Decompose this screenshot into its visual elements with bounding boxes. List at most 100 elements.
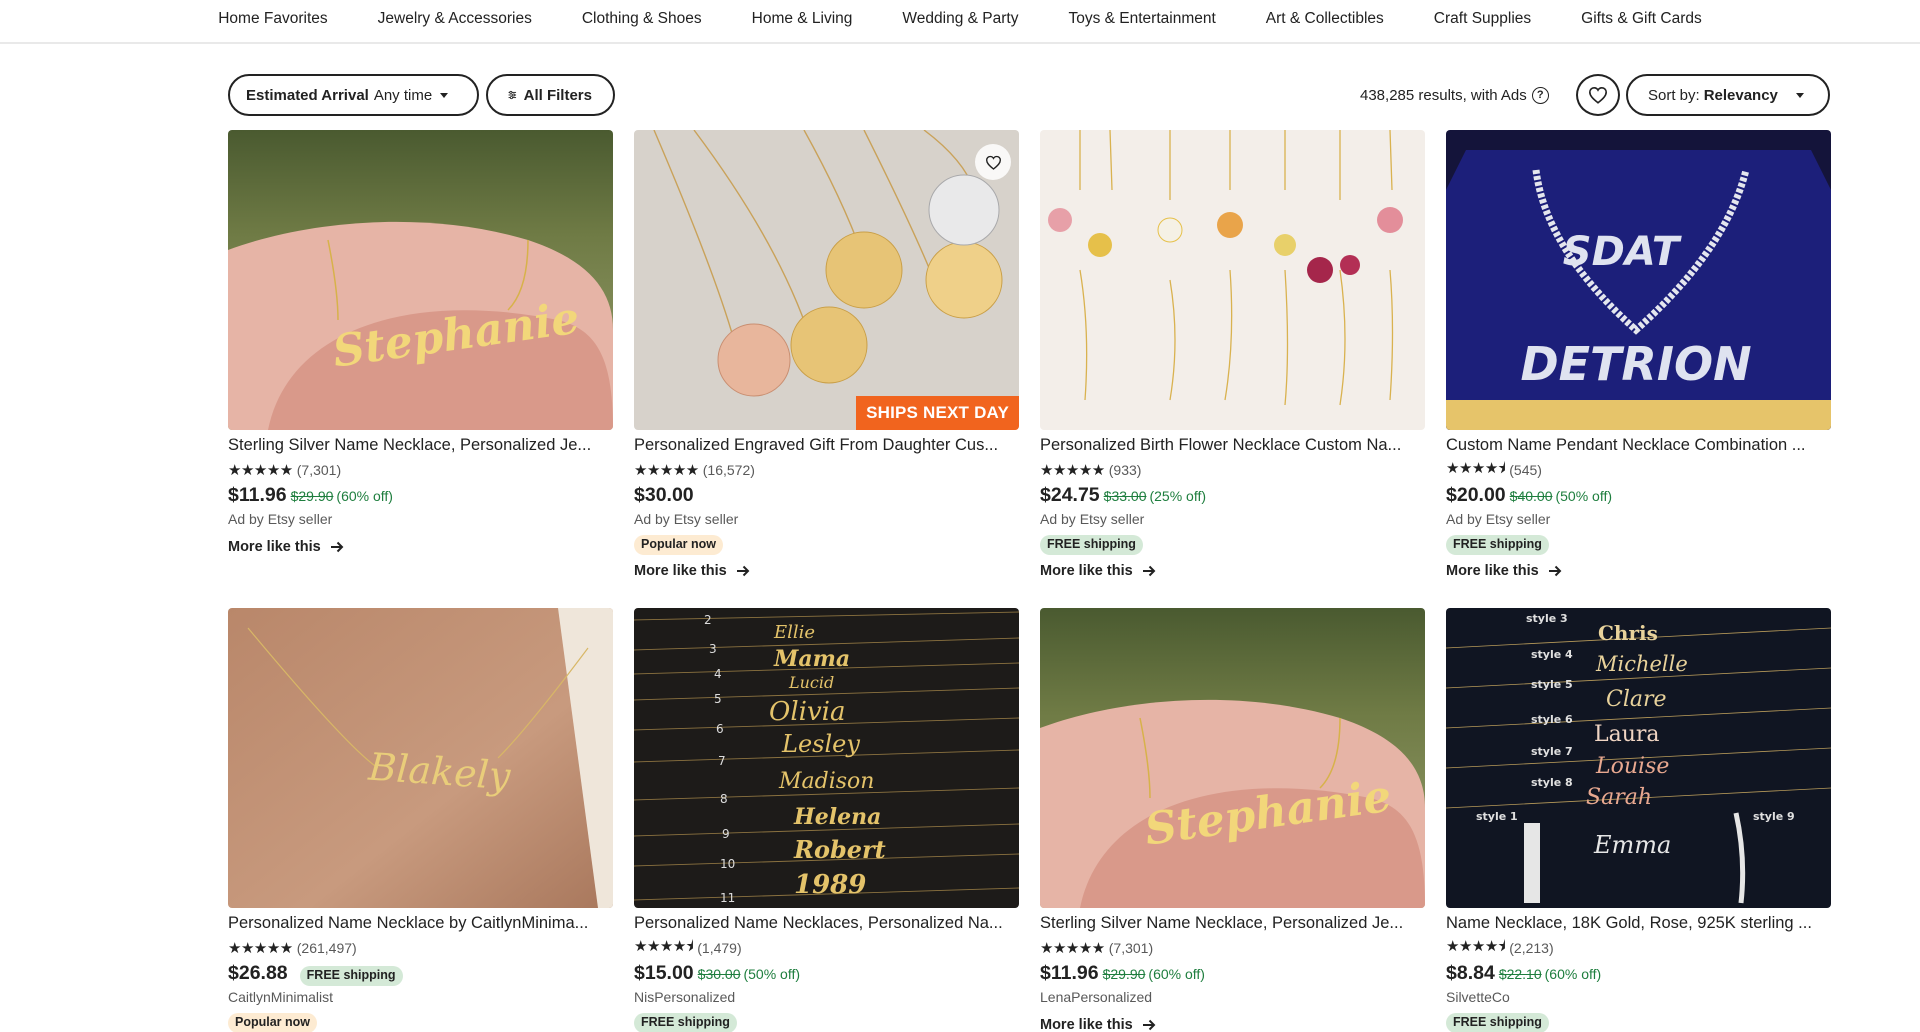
nav-item-home-favorites[interactable]: Home Favorites: [193, 10, 352, 28]
nav-item-toys[interactable]: Toys & Entertainment: [1043, 10, 1240, 28]
listing-title[interactable]: Sterling Silver Name Necklace, Personali…: [1040, 914, 1425, 936]
svg-text:style 9: style 9: [1753, 810, 1795, 823]
svg-text:10: 10: [720, 857, 735, 871]
nav-item-craft[interactable]: Craft Supplies: [1409, 10, 1556, 28]
sort-dropdown[interactable]: Sort by: Relevancy: [1626, 74, 1830, 116]
save-search-button[interactable]: [1576, 74, 1620, 116]
rating: ★★★★⯨ (2,213): [1446, 938, 1831, 957]
listing-image[interactable]: [1040, 130, 1425, 430]
listing-card[interactable]: Personalized Birth Flower Necklace Custo…: [1040, 130, 1425, 579]
more-like-this-link[interactable]: More like this: [1040, 1017, 1425, 1032]
discount: (60% off): [1148, 966, 1205, 982]
listing-photo: SDAT DETRION: [1446, 130, 1831, 430]
original-price: $30.00: [697, 966, 741, 982]
review-count: (2,213): [1509, 940, 1554, 956]
svg-text:11: 11: [720, 891, 735, 905]
listing-image[interactable]: Blakely: [228, 608, 613, 908]
listing-card[interactable]: SDAT DETRION Custom Name Pendant Necklac…: [1446, 130, 1831, 579]
listing-title[interactable]: Sterling Silver Name Necklace, Personali…: [228, 436, 613, 458]
heart-icon: [1588, 86, 1608, 104]
discount: (50% off): [1555, 488, 1613, 504]
sale-price: $20.00: [1446, 484, 1506, 506]
listing-title[interactable]: Personalized Engraved Gift From Daughter…: [634, 436, 1019, 458]
listing-image[interactable]: Stephanie: [228, 130, 613, 430]
seller-label: Ad by Etsy seller: [1446, 511, 1551, 527]
price-row: $20.00 $40.00 (50% off): [1446, 484, 1831, 508]
star-rating-icon: ★★★★⯨: [1446, 459, 1506, 477]
svg-text:6: 6: [716, 722, 724, 736]
arrow-right-icon: [1142, 1019, 1156, 1031]
listing-title[interactable]: Personalized Name Necklace by CaitlynMin…: [228, 914, 613, 936]
seller-label: Ad by Etsy seller: [1040, 511, 1145, 527]
listing-image[interactable]: 2 3 4 5 6 7 8 9 10 11 Ellie Mama Lucid Olivia L…: [634, 608, 1019, 908]
listing-card[interactable]: Stephanie Sterling Silver Name Necklace,…: [1040, 608, 1425, 1032]
listing-image[interactable]: style 3 style 4 style 5 style 6 style 7 styl…: [1446, 608, 1831, 908]
all-filters-label: All Filters: [523, 86, 592, 104]
star-rating-icon: ★★★★⯨: [634, 937, 694, 955]
results-count: 438,285 results, with Ads ?: [1360, 74, 1549, 116]
listing-title[interactable]: Name Necklace, 18K Gold, Rose, 925K ster…: [1446, 914, 1831, 936]
help-icon[interactable]: ?: [1531, 86, 1549, 104]
listing-card[interactable]: Blakely Personalized Name Necklace by Ca…: [228, 608, 613, 1032]
svg-text:style 8: style 8: [1531, 776, 1573, 789]
star-rating-icon: ★★★★★: [228, 462, 293, 479]
heart-icon: [985, 155, 1001, 170]
more-like-this-link[interactable]: More like this: [1040, 563, 1425, 579]
nav-item-gifts[interactable]: Gifts & Gift Cards: [1556, 10, 1727, 28]
rating: ★★★★★ (16,572): [634, 461, 1019, 479]
discount: (25% off): [1149, 488, 1207, 504]
more-like-this-link[interactable]: More like this: [228, 539, 613, 555]
seller-label: Ad by Etsy seller: [634, 511, 739, 527]
listing-photo: Stephanie: [228, 130, 613, 430]
shop-name[interactable]: SilvetteCo: [1446, 989, 1831, 1009]
original-price: $22.10: [1498, 966, 1542, 982]
favorite-button[interactable]: [975, 144, 1011, 180]
nav-item-wedding[interactable]: Wedding & Party: [877, 10, 1043, 28]
arrow-right-icon: [330, 541, 344, 553]
listing-image[interactable]: SDAT DETRION: [1446, 130, 1831, 430]
listing-card[interactable]: Stephanie Sterling Silver Name Necklace,…: [228, 130, 613, 555]
listing-image[interactable]: Stephanie: [1040, 608, 1425, 908]
listing-title[interactable]: Personalized Name Necklaces, Personalize…: [634, 914, 1019, 936]
svg-text:DETRION: DETRION: [1520, 337, 1751, 391]
svg-text:style 7: style 7: [1531, 745, 1573, 758]
review-count: (1,479): [697, 940, 742, 956]
shop-name[interactable]: CaitlynMinimalist: [228, 989, 613, 1009]
nav-item-clothing[interactable]: Clothing & Shoes: [557, 10, 727, 28]
listing-photo: [634, 130, 1019, 430]
arrival-label: Estimated Arrival: [246, 86, 369, 104]
more-like-this-link[interactable]: More like this: [1446, 563, 1831, 579]
caret-down-icon: [1795, 92, 1804, 98]
listing-image[interactable]: SHIPS NEXT DAY: [634, 130, 1019, 430]
review-count: (16,572): [702, 462, 755, 478]
shop-name[interactable]: NisPersonalized: [634, 989, 1019, 1009]
nav-item-art[interactable]: Art & Collectibles: [1241, 10, 1409, 28]
more-like-this-label: More like this: [1040, 563, 1133, 579]
star-rating-icon: ★★★★★: [228, 940, 293, 957]
arrival-value: Any time: [373, 86, 433, 104]
popular-now-badge: Popular now: [228, 1013, 317, 1032]
more-like-this-link[interactable]: More like this: [634, 563, 1019, 579]
rating: ★★★★⯨ (545): [1446, 460, 1831, 479]
svg-text:style 3: style 3: [1526, 612, 1568, 625]
nav-item-jewelry[interactable]: Jewelry & Accessories: [353, 10, 557, 28]
shop-name[interactable]: LenaPersonalized: [1040, 989, 1425, 1009]
more-like-this-label: More like this: [1040, 1017, 1133, 1032]
estimated-arrival-dropdown[interactable]: Estimated Arrival Any time: [228, 74, 479, 116]
listing-title[interactable]: Personalized Birth Flower Necklace Custo…: [1040, 436, 1425, 458]
filter-bar: Estimated Arrival Any time All Filters 4…: [228, 74, 1830, 116]
listing-card[interactable]: 2 3 4 5 6 7 8 9 10 11 Ellie Mama Lucid Olivia L…: [634, 608, 1019, 1032]
svg-text:Robert: Robert: [793, 835, 886, 864]
listing-card[interactable]: SHIPS NEXT DAY Personalized Engraved Gif…: [634, 130, 1019, 579]
listing-title[interactable]: Custom Name Pendant Necklace Combination…: [1446, 436, 1831, 458]
seller-label: Ad by Etsy seller: [228, 511, 333, 527]
listing-card[interactable]: style 3 style 4 style 5 style 6 style 7 styl…: [1446, 608, 1831, 1032]
svg-text:Olivia: Olivia: [769, 697, 845, 727]
review-count: (7,301): [296, 462, 342, 478]
more-like-this-label: More like this: [1446, 563, 1539, 579]
svg-text:Chris: Chris: [1598, 621, 1658, 645]
svg-text:Lesley: Lesley: [781, 730, 860, 758]
sale-price: $8.84: [1446, 962, 1495, 984]
all-filters-button[interactable]: All Filters: [486, 74, 615, 116]
nav-item-home-living[interactable]: Home & Living: [727, 10, 878, 28]
